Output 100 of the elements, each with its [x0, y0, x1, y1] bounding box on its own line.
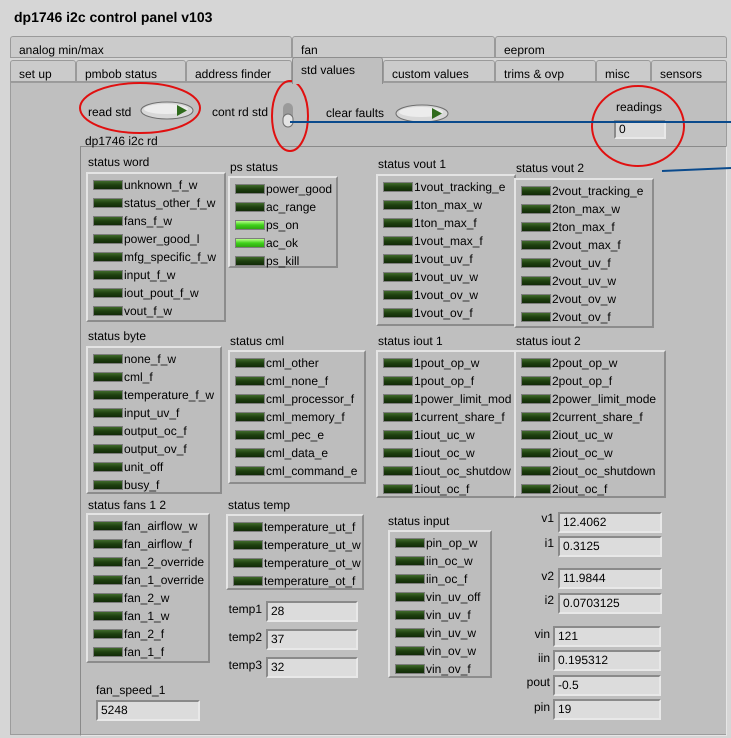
group-title: status word — [88, 154, 150, 170]
led-label: cml_memory_f — [266, 409, 345, 425]
led-label: vin_uv_w — [426, 625, 476, 641]
tab[interactable]: pmbob status — [76, 60, 186, 82]
group-title: ps status — [230, 159, 278, 175]
led-label: 2iout_oc_w — [552, 445, 613, 461]
led-label: vin_uv_off — [426, 589, 480, 605]
tab[interactable]: sensors — [651, 60, 727, 82]
led-label: iin_oc_f — [426, 571, 468, 587]
control-label: v1 — [541, 510, 554, 526]
group-title: status iout 1 — [378, 333, 443, 349]
control-label: clear faults — [326, 105, 384, 121]
tab[interactable]: address finder — [186, 60, 292, 82]
led-label: 2vout_uv_w — [552, 273, 616, 289]
led-label: input_f_w — [124, 267, 176, 283]
numeric-field: 0.3125 — [558, 536, 662, 557]
numeric-field: 121 — [553, 626, 661, 647]
led-label: none_f_w — [124, 351, 176, 367]
led-label: 2vout_uv_f — [552, 255, 611, 271]
led-label: 1vout_uv_w — [414, 269, 478, 285]
tab[interactable]: trims & ovp — [495, 60, 596, 82]
led-label: 1vout_uv_f — [414, 251, 473, 267]
group-title: status iout 2 — [516, 333, 581, 349]
led-label: cml_none_f — [266, 373, 328, 389]
tab[interactable]: misc — [596, 60, 651, 82]
numeric-field: 5248 — [96, 700, 200, 721]
led-label: vin_uv_f — [426, 607, 471, 623]
led-label: fan_1_f — [124, 644, 164, 660]
led-label: 2vout_ov_w — [552, 291, 616, 307]
numeric-field: 0.0703125 — [558, 593, 662, 614]
led-label: 1pout_op_f — [414, 373, 474, 389]
led-label: unit_off — [124, 459, 164, 475]
led-label: 2iout_oc_shutdown — [552, 463, 656, 479]
led-label: busy_f — [124, 477, 160, 493]
control-label: v2 — [541, 568, 554, 584]
led-label: fan_1_override — [124, 572, 204, 588]
tab[interactable]: fan — [292, 36, 495, 58]
led-label: iin_oc_w — [426, 553, 473, 569]
numeric-field: -0.5 — [553, 675, 661, 696]
toggle-button[interactable] — [395, 104, 449, 123]
control-label: i2 — [544, 592, 554, 608]
led-label: 1iout_oc_f — [414, 481, 470, 497]
window-title: dp1746 i2c control panel v103 — [14, 8, 212, 27]
led-label: 2pout_op_f — [552, 373, 612, 389]
led-label: unknown_f_w — [124, 177, 198, 193]
led-label: 1vout_ov_f — [414, 305, 473, 321]
led-label: vin_ov_w — [426, 643, 476, 659]
led-label: 2iout_uc_w — [552, 427, 613, 443]
led-label: fan_2_f — [124, 626, 164, 642]
tab[interactable]: analog min/max — [10, 36, 292, 58]
control-label: temp2 — [228, 629, 262, 645]
control-label: temp1 — [228, 601, 262, 617]
led-label: 2vout_tracking_e — [552, 183, 644, 199]
toggle-button[interactable] — [140, 101, 194, 120]
led-label: cml_processor_f — [266, 391, 354, 407]
numeric-field: 32 — [266, 657, 358, 678]
led-label: cml_f — [124, 369, 153, 385]
tab[interactable]: std values — [292, 57, 383, 84]
led-label: 1ton_max_w — [414, 197, 482, 213]
led-label: 1current_share_f — [414, 409, 505, 425]
led-label: cml_data_e — [266, 445, 328, 461]
led-label: temperature_ut_f — [264, 519, 356, 535]
group-title: status input — [388, 513, 450, 529]
tab[interactable]: eeprom — [495, 36, 727, 58]
led-label: fan_2_w — [124, 590, 170, 606]
control-label: readings — [616, 99, 662, 115]
tab[interactable]: custom values — [383, 60, 495, 82]
led-label: vin_ov_f — [426, 661, 471, 677]
led-label: temperature_ut_w — [264, 537, 361, 553]
led-label: 1pout_op_w — [414, 355, 480, 371]
led-label: 2ton_max_w — [552, 201, 620, 217]
led-label: fans_f_w — [124, 213, 172, 229]
led-label: 2current_share_f — [552, 409, 643, 425]
led-label: fan_1_w — [124, 608, 170, 624]
numeric-field: 12.4062 — [558, 512, 662, 533]
group-title: status cml — [230, 333, 284, 349]
control-label: pout — [526, 674, 550, 690]
led-label: 1vout_max_f — [414, 233, 483, 249]
led-label: iout_pout_f_w — [124, 285, 199, 301]
led-label: cml_other — [266, 355, 319, 371]
led-label: 1iout_oc_w — [414, 445, 475, 461]
numeric-field: 19 — [553, 699, 661, 720]
annotation-line — [662, 167, 731, 172]
led-label: output_ov_f — [124, 441, 187, 457]
toggle-switch[interactable] — [282, 102, 294, 128]
led-label: ps_on — [266, 217, 299, 233]
control-label: pin — [534, 699, 550, 715]
led-label: 1vout_tracking_e — [414, 179, 506, 195]
led-label: fan_2_override — [124, 554, 204, 570]
led-label: ps_kill — [266, 253, 300, 269]
led-label: 1iout_uc_w — [414, 427, 475, 443]
led-label: pin_op_w — [426, 535, 478, 551]
led-label: mfg_specific_f_w — [124, 249, 216, 265]
led-label: power_good — [266, 181, 332, 197]
led-label: ac_ok — [266, 235, 298, 251]
led-label: status_other_f_w — [124, 195, 216, 211]
tab[interactable]: set up — [10, 60, 76, 82]
led-label: 2vout_ov_f — [552, 309, 611, 325]
led-label: input_uv_f — [124, 405, 180, 421]
control-label: read std — [88, 104, 132, 120]
